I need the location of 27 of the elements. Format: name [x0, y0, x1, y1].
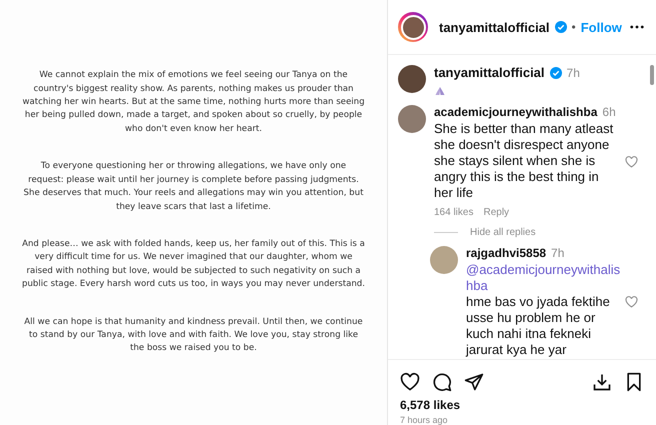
separator: •	[572, 20, 576, 34]
username[interactable]: academicjourneywithalishba	[434, 105, 598, 119]
scrollbar[interactable]	[650, 65, 654, 85]
username[interactable]: rajgadhvi5858	[466, 246, 546, 260]
timestamp: 6h	[602, 105, 616, 119]
avatar[interactable]	[398, 105, 426, 133]
post-paragraph: We cannot explain the mix of emotions we feel seeing our Tanya on the country's biggest reality show. As parents, nothing makes us prouder than watching her win hearts. But at the same time, nothing hurts more than seeing her being pulled down, made a target, and spoken about so cruelly, by people who don't even know her heart.	[22, 69, 365, 136]
post-paragraph: And please… we ask with folded hands, keep us, her family out of this. This is a very difficult time for us. We never imagined that our daughter, whom we raised with nothing but love, would be subjected to such negativity on such a public stage. Every harsh word cuts us too, in ways you may never understand.	[22, 238, 365, 292]
like-count: 164 likes	[434, 207, 474, 218]
download-icon[interactable]	[592, 372, 612, 392]
heart-icon[interactable]	[400, 372, 420, 392]
timestamp: 7h	[551, 246, 564, 260]
username[interactable]: tanyamittalofficial	[439, 20, 550, 34]
comment-text: She is better than many atleast she doesn't disrespect anyone she stays silent when she is angry this is the best thing in her life	[434, 121, 614, 201]
more-icon[interactable]	[630, 25, 644, 29]
like-count: 6,578 likes	[399, 398, 462, 412]
share-icon[interactable]	[464, 372, 484, 392]
timestamp: 7h	[566, 66, 580, 80]
comment-icon[interactable]	[432, 372, 452, 392]
post-time: 7 hours ago	[399, 414, 449, 425]
post-paragraph: To everyone questioning her or throwing allegations, we have only one request: please wait until her journey is complete before passing judgments. She deserves that much. Your reels and allegations may win you attention, but they leave scars that last a lifetime.	[22, 160, 364, 214]
mention-link[interactable]: @academicjourneywithalishba	[466, 262, 626, 294]
comment-text: @academicjourneywithalishba hme bas vo jyada fektihe usse hu problem he or kuch nahi itna fekneki jarurat kya he yar	[466, 262, 626, 358]
avatar[interactable]	[398, 12, 428, 42]
post-paragraph: All we can hope is that humanity and kindness prevail. Until then, we continue to stand by our Tanya, with love and with faith. We love you, stay strong like the boss we raised you to be.	[23, 316, 364, 356]
avatar[interactable]	[398, 65, 426, 93]
username[interactable]: tanyamittalofficial	[434, 65, 545, 80]
